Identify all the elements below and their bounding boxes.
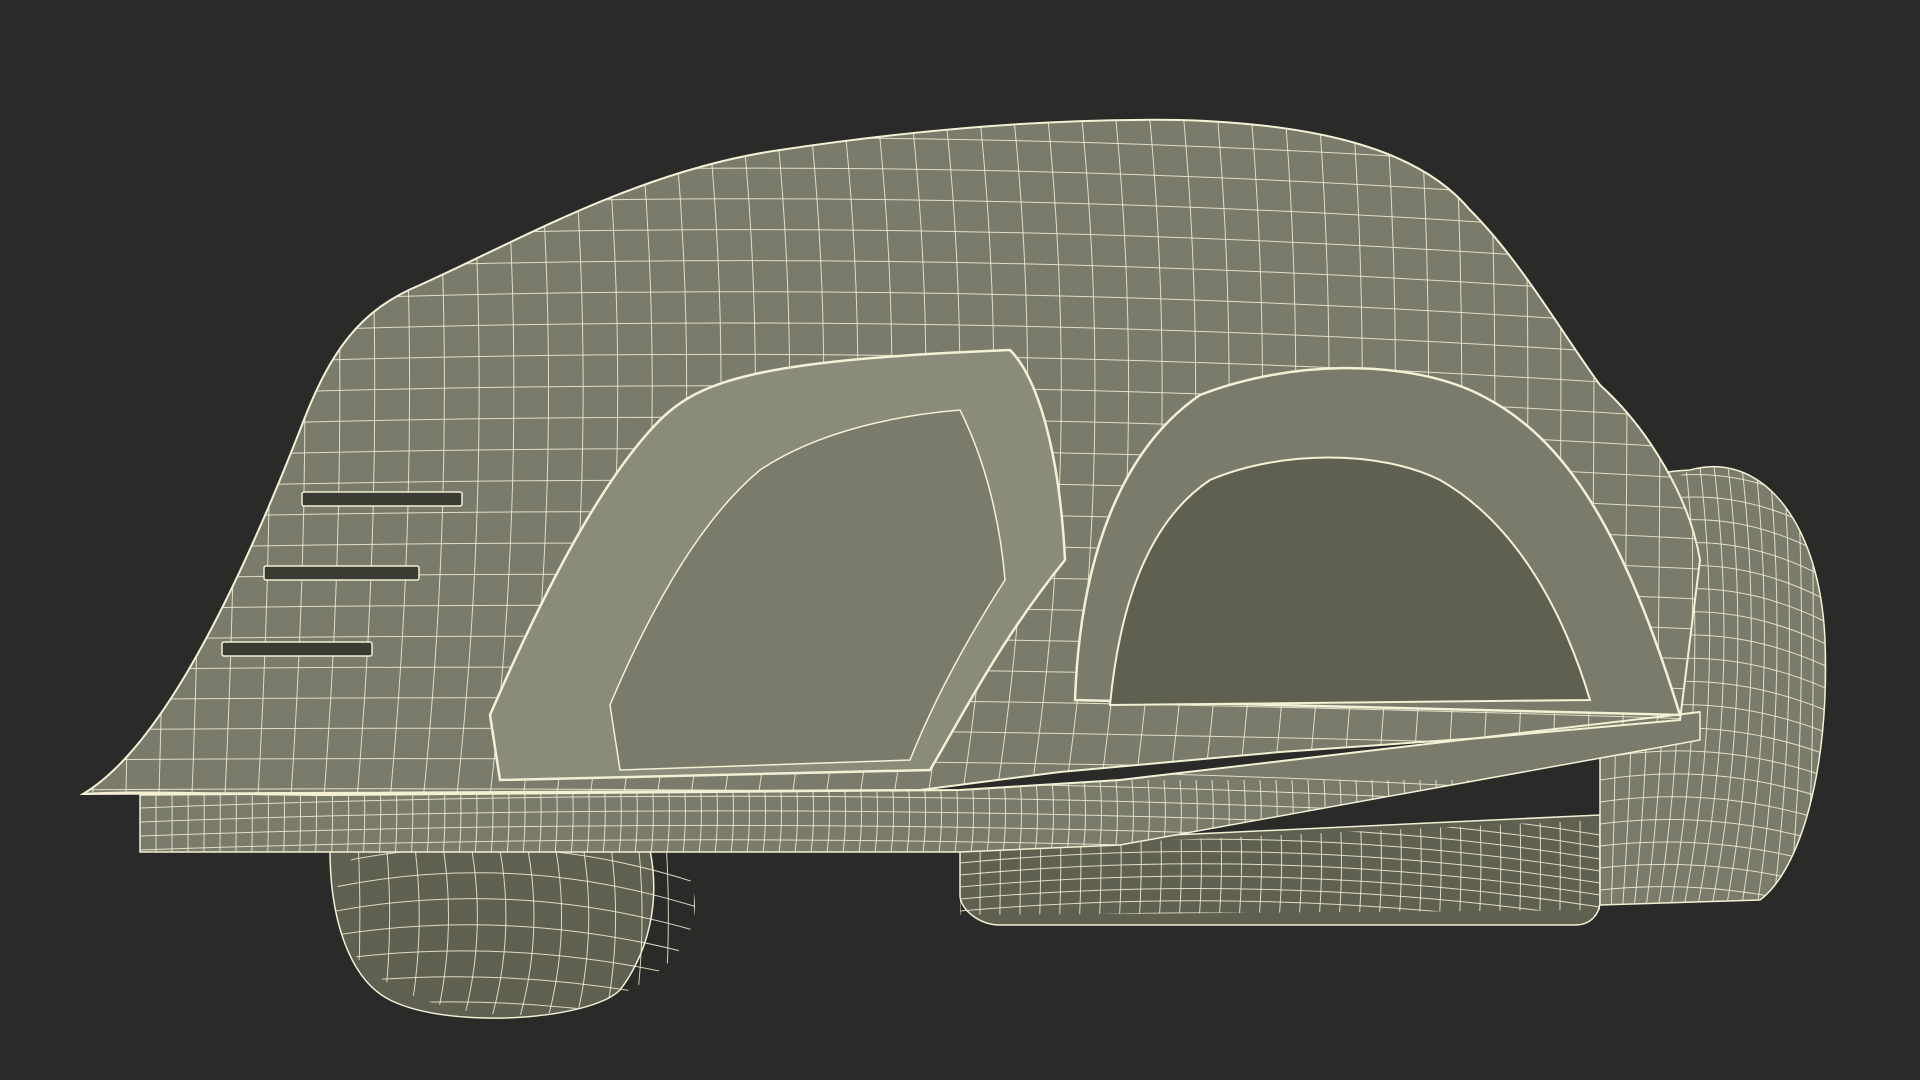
wireframe-render-canvas [0,0,1920,1080]
